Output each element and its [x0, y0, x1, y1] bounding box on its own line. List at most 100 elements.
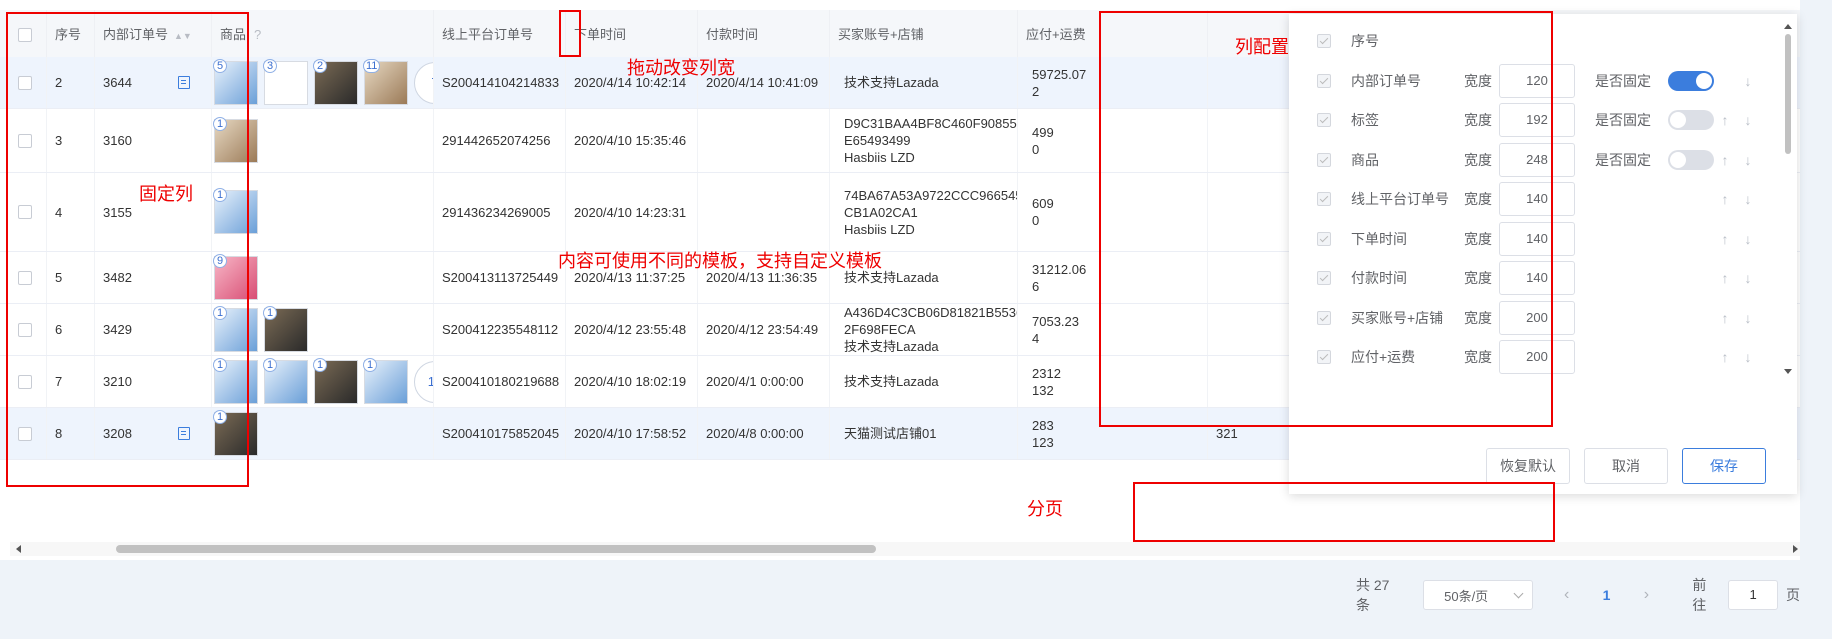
cell-order-time: 2020/4/10 15:35:46 [566, 109, 698, 172]
move-up-icon[interactable]: ↑ [1718, 152, 1732, 168]
column-config-annotation: 列配置 [1235, 37, 1289, 57]
buyer-line: 74BA67A53A9722CCC966545 [844, 187, 1018, 203]
cell-platform-no: 291442652074256 [434, 109, 566, 172]
fixed-column-annotation: 固定列 [139, 184, 193, 204]
payable-line: 2 [1032, 83, 1040, 99]
cell-platform-no: S200413113725449 [434, 252, 566, 303]
quantity-badge: 1 [313, 357, 327, 372]
payable-line: 499 [1032, 124, 1054, 140]
more-products-button[interactable]: 13 [414, 360, 433, 403]
payable-line: 0 [1032, 141, 1040, 157]
buyer-line: 技术支持Lazada [844, 374, 939, 389]
pagination-total: 共 27 条 [1356, 577, 1390, 613]
page-number-current[interactable]: 1 [1595, 587, 1619, 603]
fixed-toggle[interactable] [1668, 70, 1714, 91]
pagination-annotation: 分页 [1027, 499, 1063, 519]
cell-pay-time [698, 173, 830, 251]
fixed-label: 是否固定 [1595, 112, 1651, 128]
move-down-icon[interactable]: ↓ [1741, 231, 1755, 247]
buyer-line: Hasbiis LZD [844, 150, 915, 165]
move-up-icon[interactable]: ↑ [1718, 231, 1732, 247]
move-up-icon[interactable]: ↑ [1718, 310, 1732, 326]
scrollbar-thumb[interactable] [116, 545, 876, 553]
move-down-icon[interactable]: ↓ [1741, 349, 1755, 365]
cell-pay-time: 2020/4/1 0:00:00 [698, 356, 830, 407]
product-thumbnail[interactable]: 11 [363, 58, 408, 105]
move-down-icon[interactable]: ↓ [1741, 191, 1755, 207]
toggle-knob [1670, 151, 1686, 168]
pagination: 共 27 条 50条/页 ‹ 1 › 前往 1 页 [1328, 570, 1800, 620]
payable-line: 609 [1032, 196, 1054, 211]
fixed-toggle[interactable] [1668, 110, 1714, 130]
scroll-left-icon[interactable] [16, 545, 21, 553]
cell-order-time: 2020/4/10 18:02:19 [566, 356, 698, 407]
header-platform-no[interactable]: 线上平台订单号 [434, 10, 566, 60]
product-thumbnail[interactable]: 3 [263, 58, 308, 105]
payable-line: 31212.06 [1032, 261, 1087, 277]
resize-annotation-box [559, 10, 581, 57]
cell-order-time: 2020/4/12 23:55:48 [566, 304, 698, 355]
cell-pay-time: 2020/4/12 23:54:49 [698, 304, 830, 355]
reset-default-button[interactable]: 恢复默认 [1486, 448, 1570, 484]
scroll-right-icon[interactable] [1793, 545, 1798, 553]
save-button[interactable]: 保存 [1682, 448, 1766, 484]
buyer-line: A436D4C3CB06D81821B5536 [844, 305, 1018, 320]
prev-page-button[interactable]: ‹ [1555, 580, 1579, 610]
fixed-label: 是否固定 [1595, 151, 1651, 168]
goto-page-input[interactable]: 1 [1728, 580, 1778, 610]
move-down-icon[interactable]: ↓ [1741, 112, 1755, 128]
move-down-icon[interactable]: ↓ [1741, 152, 1755, 168]
cell-order-time: 2020/4/10 17:58:52 [566, 408, 698, 459]
move-up-icon[interactable]: ↑ [1718, 349, 1732, 365]
quantity-badge: 1 [263, 357, 277, 372]
cell-platform-no: S200414104214833 [434, 57, 566, 108]
quantity-badge: 2 [313, 58, 327, 73]
payable-line: 4 [1032, 330, 1040, 346]
payable-line: 6 [1032, 278, 1040, 294]
fixed-column-annotation-box [6, 12, 249, 487]
horizontal-scrollbar[interactable] [10, 542, 1800, 556]
fixed-toggle[interactable] [1668, 149, 1714, 170]
product-thumbnail[interactable]: 1 [363, 357, 408, 404]
resize-annotation: 拖动改变列宽 [627, 58, 735, 78]
cell-order-time: 2020/4/10 14:23:31 [566, 173, 698, 251]
cell-platform-no: S200412235548112 [434, 304, 566, 355]
cancel-button[interactable]: 取消 [1584, 448, 1668, 484]
header-order-time[interactable]: 下单时间 [566, 10, 698, 60]
buyer-line: 天猫测试店铺01 [844, 426, 937, 441]
product-thumbnail[interactable]: 1 [263, 305, 308, 352]
payable-line: 2312 [1032, 365, 1061, 381]
cell-buyer-shop: A436D4C3CB06D81821B5536 2F698FECA 技术支持Laza… [830, 304, 1018, 355]
move-down-icon[interactable]: ↓ [1741, 73, 1755, 89]
more-products-button[interactable]: 7 [414, 61, 433, 104]
product-thumbnail[interactable]: 1 [313, 357, 358, 404]
template-annotation: 内容可使用不同的模板，支持自定义模板 [558, 251, 882, 271]
move-up-icon[interactable]: ↑ [1718, 270, 1732, 286]
scroll-down-icon[interactable] [1784, 369, 1792, 374]
header-pay-time[interactable]: 付款时间 [698, 10, 830, 60]
buyer-line: 技术支持Lazada [844, 75, 939, 90]
move-down-icon[interactable]: ↓ [1741, 310, 1755, 326]
buyer-line: 2F698FECA [844, 322, 916, 337]
product-thumbnail[interactable]: 1 [263, 357, 308, 404]
page-size-select[interactable]: 50条/页 [1423, 580, 1533, 610]
quantity-badge: 1 [263, 305, 277, 320]
move-up-icon[interactable]: ↑ [1718, 112, 1732, 128]
help-icon[interactable]: ? [254, 27, 261, 42]
cell-buyer-shop: 技术支持Lazada [830, 356, 1018, 407]
next-page-button[interactable]: › [1634, 580, 1658, 610]
product-thumbnail[interactable]: 2 [313, 58, 358, 105]
cell-pay-time: 2020/4/8 0:00:00 [698, 408, 830, 459]
payable-line: 283 [1032, 417, 1054, 433]
config-scrollbar-thumb[interactable] [1785, 34, 1791, 154]
fixed-label: 是否固定 [1595, 72, 1651, 89]
goto-label: 前往 [1692, 577, 1707, 613]
header-buyer-shop[interactable]: 买家账号+店铺 [830, 10, 1018, 60]
move-up-icon[interactable]: ↑ [1718, 191, 1732, 207]
move-down-icon[interactable]: ↓ [1741, 270, 1755, 286]
buyer-line: D9C31BAA4BF8C460F908551 [844, 116, 1018, 131]
cell-pay-time [698, 109, 830, 172]
buyer-line: Hasbiis LZD [844, 221, 915, 237]
config-vertical-scrollbar[interactable] [1783, 24, 1793, 374]
scroll-up-icon[interactable] [1784, 24, 1792, 29]
